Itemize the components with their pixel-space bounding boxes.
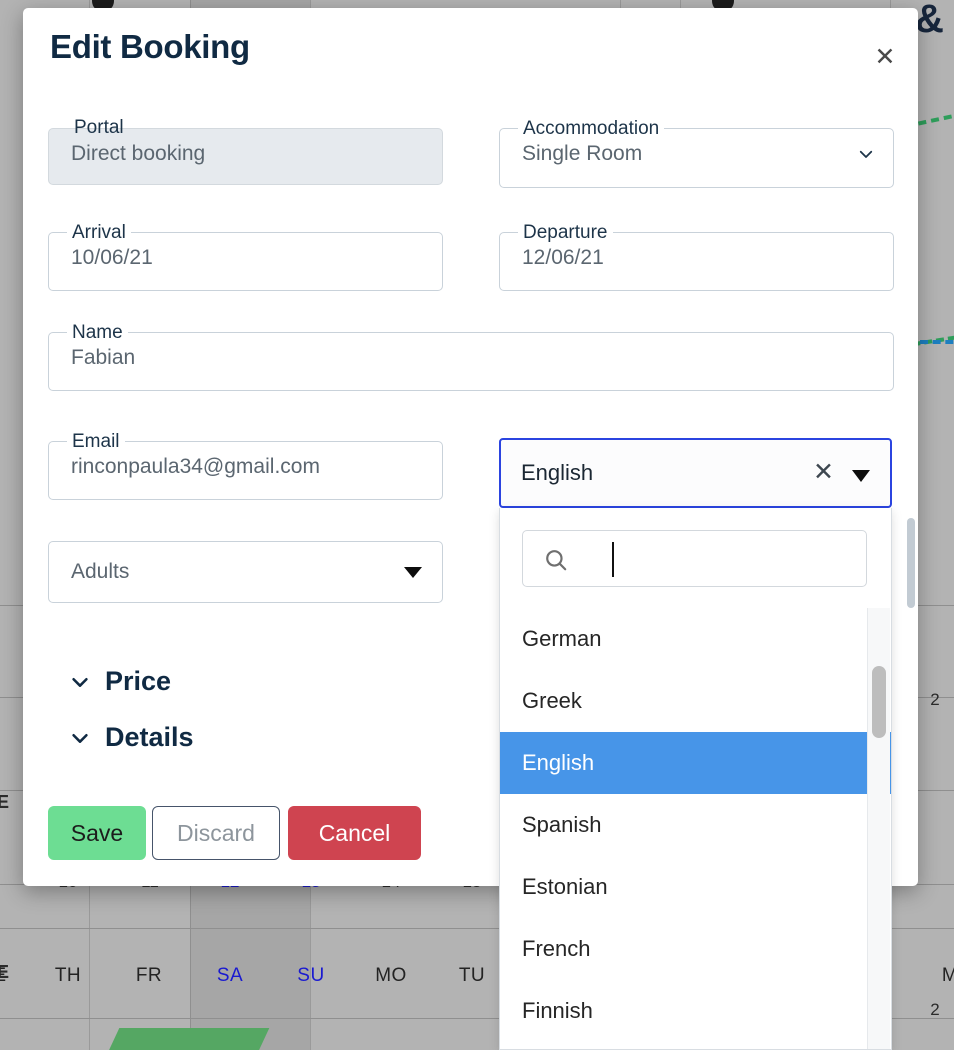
background-ampersand: & (915, 0, 944, 41)
blue-dashed-line (920, 340, 954, 344)
portal-label: Portal (74, 117, 124, 138)
calendar-left-glyph: E (0, 792, 9, 812)
calendar-day-number: 2 (930, 1000, 940, 1019)
arrival-field[interactable]: Arrival 10/06/21 (48, 222, 443, 291)
dropdown-scrollbar[interactable] (867, 608, 890, 1049)
name-label: Name (67, 322, 128, 344)
price-section-label: Price (105, 666, 172, 696)
language-option-list[interactable]: German Greek English Spanish Estonian Fr… (500, 608, 891, 1049)
calendar-day-name: SA (216, 965, 244, 986)
details-section-toggle[interactable]: Details (69, 722, 194, 753)
email-value: rinconpaula34@gmail.com (71, 455, 320, 478)
list-item[interactable]: German (500, 608, 891, 670)
calendar-day-name: FR (135, 965, 163, 986)
page-title: Edit Booking (50, 28, 250, 65)
caret-down-icon[interactable] (404, 567, 422, 578)
list-item-selected[interactable]: English (500, 732, 891, 794)
modal-scrollbar-thumb[interactable] (907, 518, 915, 608)
email-label: Email (67, 431, 125, 453)
calendar-day-name: SU (297, 965, 325, 986)
text-cursor (612, 542, 614, 577)
arrival-value: 10/06/21 (71, 246, 153, 269)
list-item[interactable]: Finnish (500, 980, 891, 1042)
arrival-label: Arrival (67, 222, 131, 244)
save-button[interactable]: Save (48, 806, 146, 860)
chevron-down-icon (69, 671, 91, 693)
accommodation-select[interactable]: Accommodation Single Room (499, 118, 894, 188)
calendar-day-name: MO (375, 965, 407, 986)
name-value: Fabian (71, 346, 136, 369)
list-item[interactable]: Estonian (500, 856, 891, 918)
language-search-input[interactable] (522, 530, 867, 587)
details-section-label: Details (105, 722, 194, 752)
language-dropdown-panel: German Greek English Spanish Estonian Fr… (499, 508, 892, 1050)
email-field[interactable]: Email rinconpaula34@gmail.com (48, 431, 443, 500)
price-section-toggle[interactable]: Price (69, 666, 171, 697)
list-item[interactable]: Greek (500, 670, 891, 732)
close-icon[interactable]: ✕ (868, 40, 902, 74)
accommodation-value: Single Room (522, 142, 643, 165)
modal-scrollbar[interactable] (907, 8, 916, 886)
name-field[interactable]: Name Fabian (48, 322, 894, 391)
clear-x-icon[interactable]: ✕ (813, 457, 834, 486)
accommodation-label: Accommodation (518, 118, 665, 140)
cancel-button[interactable]: Cancel (288, 806, 421, 860)
calendar-day-name: TU (458, 965, 486, 986)
dropdown-scrollbar-thumb[interactable] (872, 666, 886, 738)
caret-down-icon[interactable] (852, 470, 870, 482)
departure-field[interactable]: Departure 12/06/21 (499, 222, 894, 291)
departure-label: Departure (518, 222, 613, 244)
adults-value: Adults (71, 560, 130, 583)
calendar-booking-bar[interactable] (100, 1028, 270, 1050)
language-select-value: English (521, 460, 594, 485)
language-select[interactable]: English ✕ (499, 438, 892, 508)
discard-button[interactable]: Discard (152, 806, 280, 860)
chevron-down-icon (69, 727, 91, 749)
chevron-down-icon[interactable] (857, 145, 875, 163)
calendar-day-name: TH (54, 965, 82, 986)
search-icon (543, 547, 569, 578)
adults-select[interactable]: Adults (48, 541, 443, 603)
departure-value: 12/06/21 (522, 246, 604, 269)
portal-value: Direct booking (71, 142, 206, 165)
calendar-day-name: M (941, 965, 954, 986)
portal-field: Portal Direct booking (48, 117, 443, 185)
list-item[interactable]: French (500, 918, 891, 980)
calendar-left-glyph: E (0, 962, 9, 982)
list-item[interactable]: Spanish (500, 794, 891, 856)
